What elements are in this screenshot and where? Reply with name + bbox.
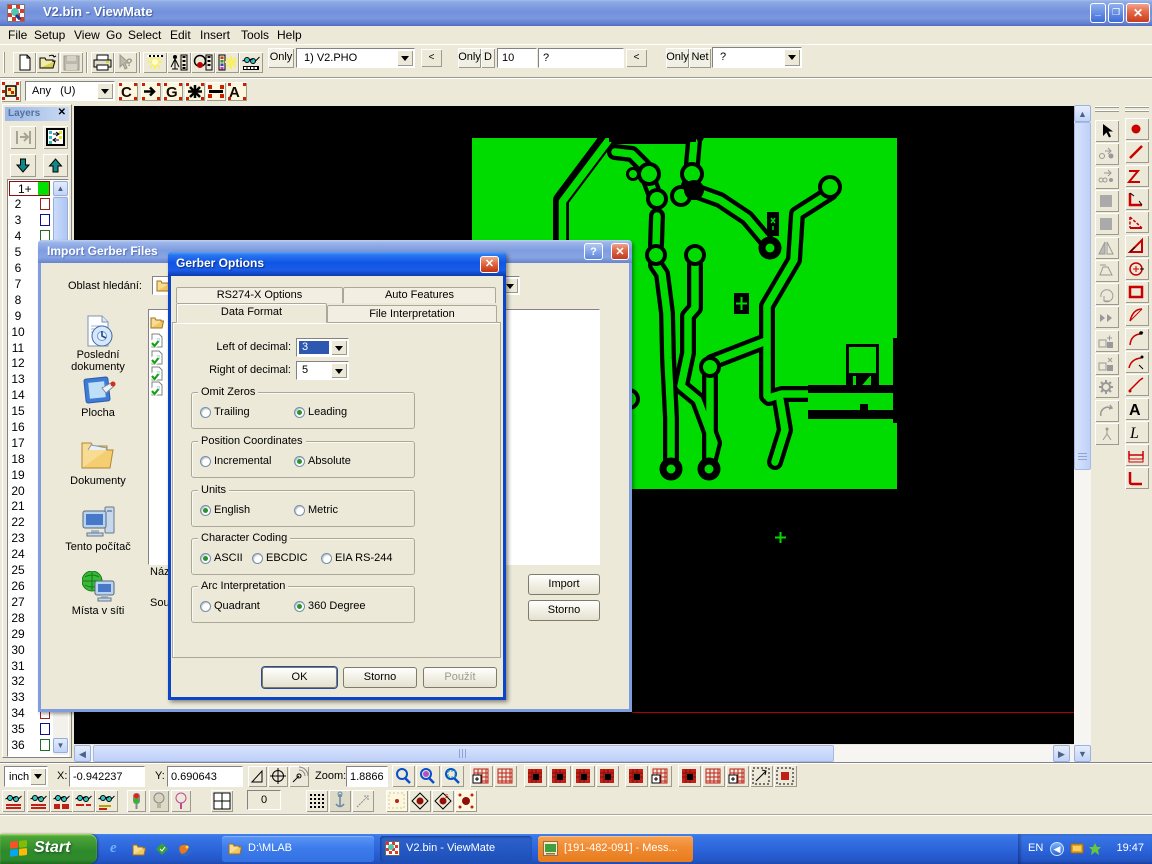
svg-text:G: G — [166, 84, 178, 101]
svg-text:C: C — [121, 84, 132, 101]
svg-text:s: s — [445, 793, 449, 800]
svg-text:?: ? — [126, 57, 133, 69]
svg-text:L: L — [1129, 425, 1139, 442]
svg-text:A: A — [1129, 402, 1141, 419]
